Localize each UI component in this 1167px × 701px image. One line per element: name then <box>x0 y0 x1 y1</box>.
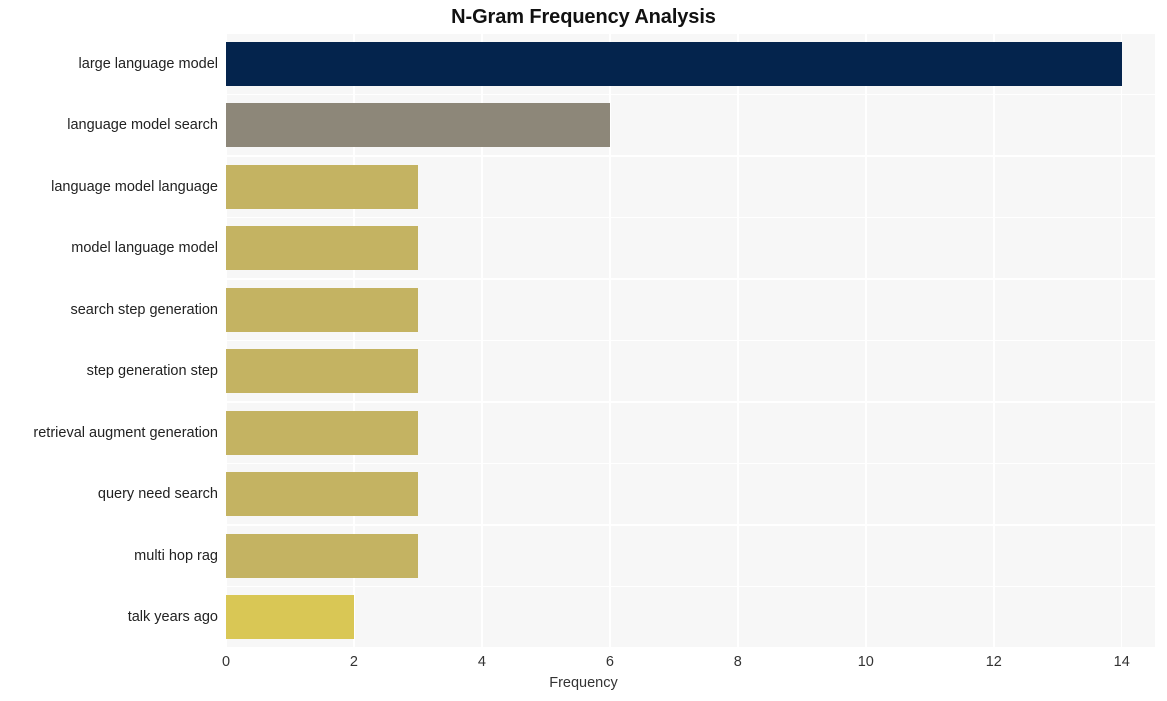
ngram-frequency-bar-chart: N-Gram Frequency Analysis large language… <box>0 0 1167 701</box>
bar[interactable] <box>226 41 1122 86</box>
gridline-horizontal <box>226 401 1155 403</box>
bar[interactable] <box>226 164 418 209</box>
gridline-horizontal <box>226 585 1155 588</box>
y-axis-label: large language model <box>78 55 218 72</box>
gridline-horizontal <box>226 155 1155 157</box>
x-axis-tick-label: 4 <box>477 654 486 670</box>
x-axis-tick-label: 2 <box>349 654 358 670</box>
bar[interactable] <box>226 349 418 394</box>
y-axis-label: model language model <box>71 240 218 257</box>
gridline-horizontal <box>226 216 1155 219</box>
bar[interactable] <box>226 595 354 640</box>
x-axis-title: Frequency <box>549 675 618 691</box>
bar[interactable] <box>226 410 418 455</box>
x-axis-tick-label: 12 <box>985 654 1002 670</box>
y-axis-label: multi hop rag <box>134 547 218 564</box>
x-axis-tick-label: 0 <box>221 654 231 670</box>
x-axis-tick-label: 10 <box>857 654 874 670</box>
y-axis-label: query need search <box>97 486 218 503</box>
x-axis: 0 2 4 6 8 10 12 14 Frequency <box>0 648 1167 701</box>
chart-title: N-Gram Frequency Analysis <box>451 6 716 28</box>
gridline-horizontal <box>226 278 1155 280</box>
y-axis-category-labels: large language model language model searc… <box>0 33 218 648</box>
bar[interactable] <box>226 103 610 148</box>
bar[interactable] <box>226 287 418 332</box>
gridline-horizontal <box>226 93 1155 96</box>
gridline-horizontal <box>226 462 1155 465</box>
y-axis-label: language model language <box>51 178 218 195</box>
x-axis-tick-label: 8 <box>733 654 742 670</box>
bar[interactable] <box>226 472 418 517</box>
y-axis-label: step generation step <box>86 363 218 380</box>
x-axis-tick-label: 6 <box>605 654 614 670</box>
y-axis-label: talk years ago <box>127 609 218 626</box>
bar[interactable] <box>226 226 418 271</box>
bar[interactable] <box>226 533 418 578</box>
gridline-horizontal <box>226 524 1155 526</box>
gridline-horizontal <box>226 339 1155 342</box>
y-axis-label: language model search <box>67 117 218 134</box>
x-axis-tick-label: 14 <box>1113 654 1130 670</box>
plot-area <box>225 32 1155 649</box>
gridline-horizontal <box>226 32 1155 34</box>
y-axis-label: retrieval augment generation <box>33 424 218 441</box>
y-axis-label: search step generation <box>70 301 218 318</box>
